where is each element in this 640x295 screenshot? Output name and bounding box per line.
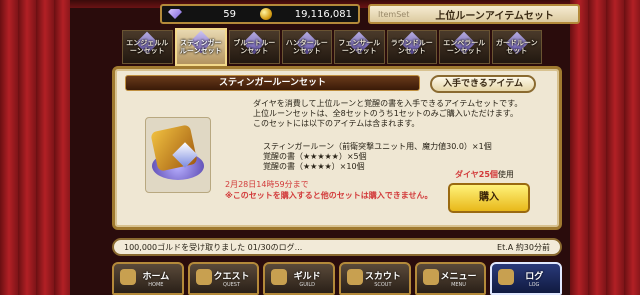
set-name-header: スティンガールーンセット <box>125 75 420 91</box>
rune-set-tabs: エンジェルルーンセット スティンガールーンセット ブルートルーンセット ハンター… <box>122 28 542 66</box>
curtain-right <box>570 0 640 295</box>
gold-coin-icon <box>260 8 272 20</box>
diamond-icon <box>168 9 182 19</box>
item-set-panel: スティンガールーンセット 入手できるアイテム ダイヤを消費して上位ルーンと覚醒の… <box>112 66 562 230</box>
cost-diamonds: ダイヤ25個 <box>455 170 498 179</box>
log-ticker[interactable]: 100,000ゴルドを受け取りました 01/30のログ... Et.A 約30分… <box>112 238 562 256</box>
tab-round-rune-set[interactable]: ラウンドルーンセット <box>386 30 437 64</box>
list-item: 覚醒の書（★★★★★）×5個 <box>263 152 367 161</box>
page-title-label: ItemSet <box>378 9 410 19</box>
cost-suffix: 使用 <box>497 170 514 179</box>
tab-emperor-rune-set[interactable]: エンペラールーンセット <box>439 30 490 64</box>
tab-stinger-rune-set[interactable]: スティンガールーンセット <box>174 28 227 66</box>
tab-guard-rune-set[interactable]: ガードルーンセット <box>491 30 542 64</box>
nav-scout[interactable]: スカウト SCOUT <box>339 262 411 295</box>
purchase-warning: ※このセットを購入すると他のセットは購入できません。 <box>225 191 433 200</box>
nav-quest[interactable]: クエスト QUEST <box>187 262 260 295</box>
top-bar: 59 19,116,081 ItemSet 上位ルーンアイテムセット <box>160 4 580 24</box>
ticker-meta: Et.A 約30分前 <box>497 242 550 253</box>
page-title-text: 上位ルーンアイテムセット <box>435 10 554 22</box>
list-item: スティンガールーン（前衛突撃ユニット用、魔力値30.0）×1個 <box>263 142 492 151</box>
tab-hunter-rune-set[interactable]: ハンタールーンセット <box>281 30 332 64</box>
page-title: ItemSet 上位ルーンアイテムセット <box>368 4 580 24</box>
gold-count: 19,116,081 <box>294 8 352 20</box>
nav-guild[interactable]: ギルド GUILD <box>263 262 336 295</box>
home-icon <box>120 269 136 285</box>
set-description: ダイヤを消費して上位ルーンと覚醒の書を入手できるアイテムセットです。 上位ルーン… <box>253 99 523 128</box>
cost-text: ダイヤ25個使用 <box>455 169 514 180</box>
currency-box: 59 19,116,081 <box>160 4 360 24</box>
curtain-left <box>0 0 70 295</box>
diamond-count: 59 <box>223 8 236 20</box>
scout-icon <box>347 269 364 285</box>
guild-icon <box>271 269 288 285</box>
ticker-author: Et.A <box>497 242 514 252</box>
chat-bubble-icon <box>498 269 515 285</box>
nav-menu[interactable]: メニュー MENU <box>414 262 487 295</box>
nav-log[interactable]: ログ LOG <box>490 262 563 295</box>
tab-fencer-rune-set[interactable]: フェンサールーンセット <box>334 30 385 64</box>
menu-icon <box>422 269 439 285</box>
ticker-time: 約30分前 <box>515 242 550 252</box>
tab-brute-rune-set[interactable]: ブルートルーンセット <box>229 30 280 64</box>
set-contents-list: スティンガールーン（前衛突撃ユニット用、魔力値30.0）×1個 覚醒の書（★★★… <box>263 142 553 172</box>
tab-angel-rune-set[interactable]: エンジェルルーンセット <box>122 30 173 64</box>
buy-button[interactable]: 購入 <box>448 183 530 213</box>
quest-icon <box>195 269 212 285</box>
deadline-text: 2月28日14時59分まで <box>225 180 309 189</box>
obtainable-items-button[interactable]: 入手できるアイテム <box>430 75 536 93</box>
ticker-message: 100,000ゴルドを受け取りました 01/30のログ... <box>124 242 303 252</box>
bottom-nav: ホーム HOME クエスト QUEST ギルド GUILD スカウト SCOUT メニュ… <box>112 262 563 295</box>
nav-home[interactable]: ホーム HOME <box>112 262 184 295</box>
rune-set-image <box>145 117 211 193</box>
